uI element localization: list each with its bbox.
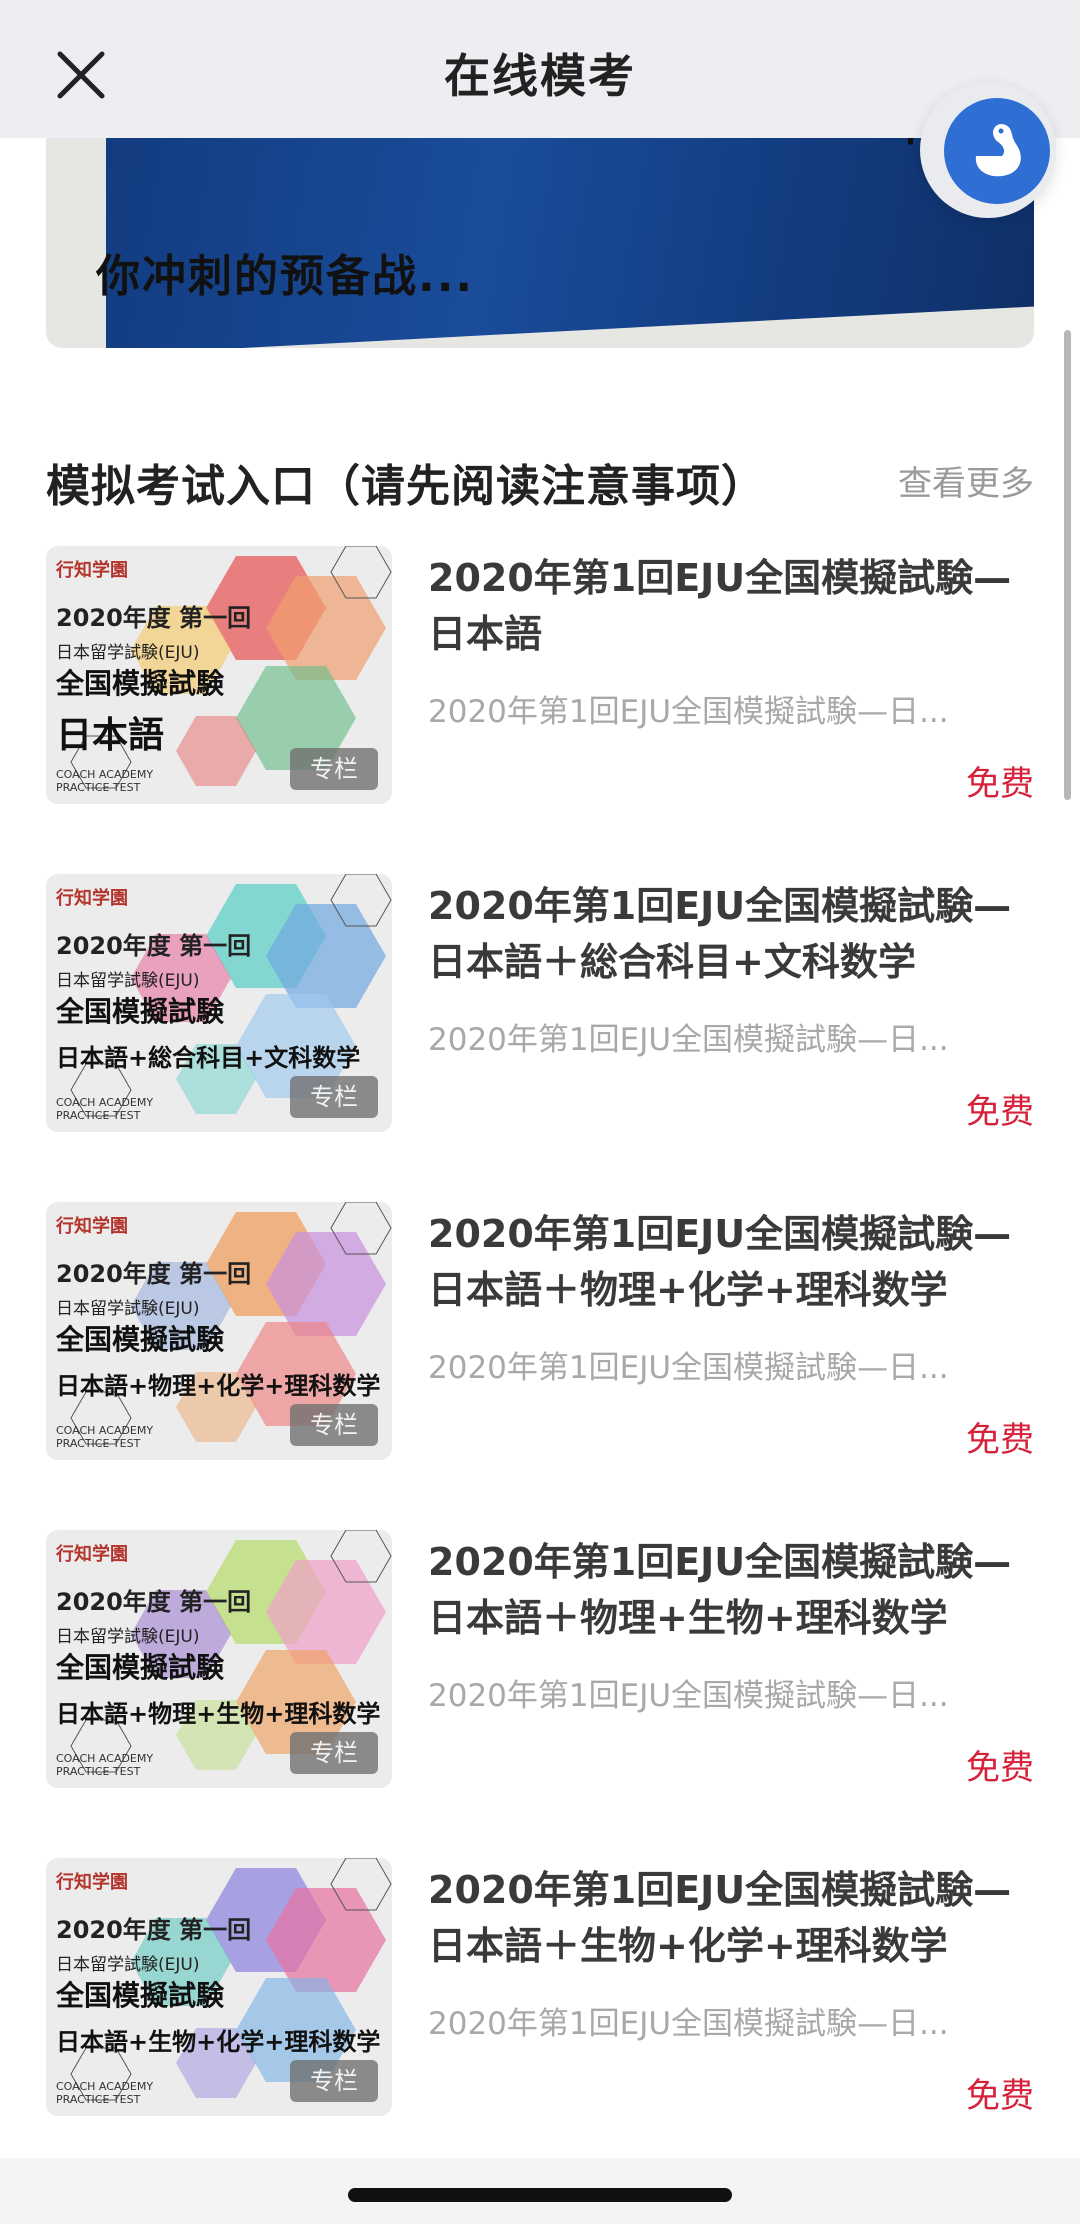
thumb-year: 2020年度 第一回 — [56, 1260, 252, 1288]
thumb-year: 2020年度 第一回 — [56, 604, 252, 632]
thumb-footer: COACH ACADEMY PRACTICE TEST — [56, 768, 154, 794]
section-title: 模拟考试入口（请先阅读注意事项） — [46, 461, 766, 512]
item-subtitle: 2020年第1回EJU全国模擬試験—日... — [428, 1678, 949, 1714]
academy-logo: 行知学園 — [56, 1872, 128, 1893]
thumb-exam-name: 日本留学試験(EJU) — [56, 1299, 200, 1319]
floating-assistant-button[interactable] — [920, 82, 1056, 218]
column-badge: 专栏 — [290, 1076, 378, 1118]
list-item[interactable]: 行知学園 2020年度 第一回 日本留学試験(EJU) 全国模擬試験 日本語+生… — [46, 1858, 1034, 2120]
item-title[interactable]: 2020年第1回EJU全国模擬試験—日本語＋生物+化学+理科数学 — [428, 1862, 1034, 1974]
academy-logo: 行知学園 — [56, 1544, 128, 1565]
thumb-exam-name: 日本留学試験(EJU) — [56, 1955, 200, 1975]
price-label: 免费 — [966, 764, 1034, 804]
exam-thumbnail: 行知学園 2020年度 第一回 日本留学試験(EJU) 全国模擬試験 日本語+総… — [46, 874, 392, 1132]
thumb-exam-name: 日本留学試験(EJU) — [56, 971, 200, 991]
thumb-subjects: 日本語 — [56, 715, 165, 756]
thumb-exam-type: 全国模擬試験 — [56, 1979, 225, 2012]
thumb-exam-type: 全国模擬試験 — [56, 667, 225, 700]
exam-thumbnail: 行知学園 2020年度 第一回 日本留学試験(EJU) 全国模擬試験 日本語+物… — [46, 1202, 392, 1460]
price-label: 免费 — [966, 1420, 1034, 1460]
item-subtitle: 2020年第1回EJU全国模擬試験—日... — [428, 694, 949, 730]
top-bar: 在线模考 — [0, 0, 1080, 138]
item-title[interactable]: 2020年第1回EJU全国模擬試験—日本語＋物理+生物+理科数学 — [428, 1534, 1034, 1646]
column-badge: 专栏 — [290, 748, 378, 790]
swan-icon — [944, 98, 1050, 204]
item-title[interactable]: 2020年第1回EJU全国模擬試験—日本語＋物理+化学+理科数学 — [428, 1206, 1034, 1318]
thumb-exam-name: 日本留学試験(EJU) — [56, 643, 200, 663]
column-badge: 专栏 — [290, 1404, 378, 1446]
item-subtitle: 2020年第1回EJU全国模擬試験—日... — [428, 1022, 949, 1058]
thumb-year: 2020年度 第一回 — [56, 1588, 252, 1616]
list-item[interactable]: 行知学園 2020年度 第一回 日本留学試験(EJU) 全国模擬試験 日本語+総… — [46, 874, 1034, 1136]
academy-logo: 行知学園 — [56, 560, 128, 581]
price-label: 免费 — [966, 1748, 1034, 1788]
column-badge: 专栏 — [290, 1732, 378, 1774]
item-title[interactable]: 2020年第1回EJU全国模擬試験—日本語＋総合科目+文科数学 — [428, 878, 1034, 990]
thumb-subjects: 日本語+物理+化学+理科数学 — [56, 1372, 381, 1400]
thumb-footer: COACH ACADEMY PRACTICE TEST — [56, 1096, 154, 1122]
thumb-footer: COACH ACADEMY PRACTICE TEST — [56, 2080, 154, 2106]
thumb-year: 2020年度 第一回 — [56, 1916, 252, 1944]
see-more-link[interactable]: 查看更多 — [898, 456, 1034, 505]
exam-thumbnail: 行知学園 2020年度 第一回 日本留学試験(EJU) 全国模擬試験 日本語+生… — [46, 1858, 392, 2116]
academy-logo: 行知学園 — [56, 888, 128, 909]
price-label: 免费 — [966, 1092, 1034, 1132]
list-item[interactable]: 行知学園 2020年度 第一回 日本留学試験(EJU) 全国模擬試験 日本語+物… — [46, 1202, 1034, 1464]
list-item[interactable]: 行知学園 2020年度 第一回 日本留学試験(EJU) 全国模擬試験 日本語+物… — [46, 1530, 1034, 1792]
thumb-subjects: 日本語+物理+生物+理科数学 — [56, 1700, 381, 1728]
thumb-subjects: 日本語+総合科目+文科数学 — [56, 1044, 361, 1072]
section-header: 模拟考试入口（请先阅读注意事项） 查看更多 — [46, 450, 1034, 512]
column-badge: 专栏 — [290, 2060, 378, 2102]
academy-logo: 行知学園 — [56, 1216, 128, 1237]
price-label: 免费 — [966, 2076, 1034, 2116]
banner-text: 你冲刺的预备战... — [96, 251, 475, 302]
item-subtitle: 2020年第1回EJU全国模擬試験—日... — [428, 2006, 949, 2042]
exam-thumbnail: 行知学園 2020年度 第一回 日本留学試験(EJU) 全国模擬試験 日本語+物… — [46, 1530, 392, 1788]
exam-thumbnail: 行知学園 2020年度 第一回 日本留学試験(EJU) 全国模擬試験 日本語 C… — [46, 546, 392, 804]
thumb-exam-type: 全国模擬試験 — [56, 995, 225, 1028]
thumb-exam-type: 全国模擬試験 — [56, 1323, 225, 1356]
thumb-footer: COACH ACADEMY PRACTICE TEST — [56, 1752, 154, 1778]
thumb-footer: COACH ACADEMY PRACTICE TEST — [56, 1424, 154, 1450]
item-title[interactable]: 2020年第1回EJU全国模擬試験—日本語 — [428, 550, 1034, 662]
thumb-year: 2020年度 第一回 — [56, 932, 252, 960]
thumb-exam-type: 全国模擬試験 — [56, 1651, 225, 1684]
scrollbar[interactable] — [1064, 330, 1071, 800]
banner-paper — [106, 120, 1034, 348]
list-item[interactable]: 行知学園 2020年度 第一回 日本留学試験(EJU) 全国模擬試験 日本語 C… — [46, 546, 1034, 808]
page-title: 在线模考 — [444, 49, 636, 103]
banner-image[interactable]: ock Test 你冲刺的预备战... — [46, 120, 1034, 348]
thumb-subjects: 日本語+生物+化学+理科数学 — [56, 2028, 381, 2056]
home-indicator[interactable] — [348, 2188, 732, 2202]
item-subtitle: 2020年第1回EJU全国模擬試験—日... — [428, 1350, 949, 1386]
thumb-exam-name: 日本留学試験(EJU) — [56, 1627, 200, 1647]
